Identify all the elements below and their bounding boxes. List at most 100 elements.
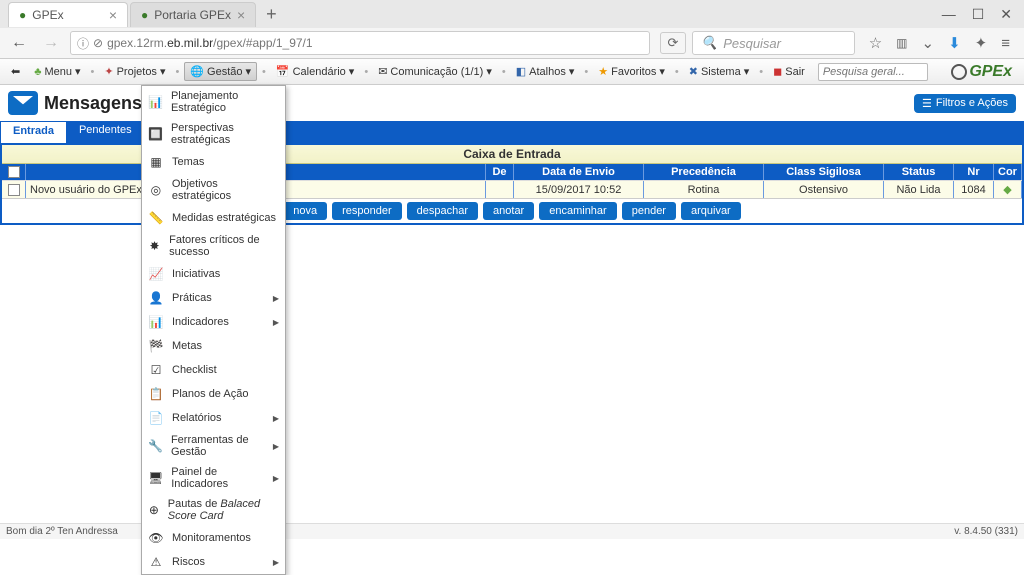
tab-entrada[interactable]: Entrada <box>0 121 67 143</box>
dropdown-item-12[interactable]: 📄Relatórios▶ <box>142 406 285 430</box>
page-title-block: Mensagens <box>8 91 142 115</box>
menu-item-icon: ☑ <box>148 362 164 378</box>
minimize-icon[interactable]: — <box>942 6 956 23</box>
maximize-icon[interactable]: ☐ <box>972 6 985 23</box>
search-placeholder: Pesquisar <box>723 36 781 51</box>
cell-status: Não Lida <box>884 181 954 198</box>
tab-pendentes[interactable]: Pendentes <box>67 121 145 143</box>
menu-item-label: Pautas de Balaced Score Card <box>168 498 279 522</box>
dropdown-item-16[interactable]: 👁Monitoramentos <box>142 526 285 550</box>
new-tab-button[interactable]: + <box>258 2 285 27</box>
menu-item-icon: ▦ <box>148 154 164 170</box>
menu-item-label: Ferramentas de Gestão <box>171 434 265 458</box>
toolbar-projetos[interactable]: ✦Projetos▾ <box>99 63 170 80</box>
address-bar[interactable]: ⓘ ⊘ gpex.12rm.eb.mil.br/gpex/#app/1_97/1 <box>70 31 650 55</box>
chevron-down-icon: ▾ <box>486 65 492 78</box>
col-de[interactable]: De <box>486 164 514 180</box>
refresh-button[interactable]: ⟳ <box>660 32 686 54</box>
menu-item-icon: 📊 <box>148 94 163 110</box>
download-icon[interactable]: ⬇ <box>948 34 961 52</box>
status-version: v. 8.4.50 (331) <box>954 526 1018 537</box>
browser-tabs: ● GPEx × ● Portaria GPEx × + — ☐ ✕ <box>0 0 1024 28</box>
action-nova[interactable]: nova <box>283 202 327 220</box>
dropdown-item-1[interactable]: 🔲 Perspectivas estratégicas <box>142 118 285 150</box>
toolbar-back[interactable]: ⬅ <box>6 63 25 80</box>
toolbar-sair[interactable]: ◼Sair <box>768 63 810 80</box>
action-arquivar[interactable]: arquivar <box>681 202 741 220</box>
dropdown-item-7[interactable]: 👤Práticas▶ <box>142 286 285 310</box>
pocket-icon[interactable]: ⌄ <box>922 34 935 52</box>
dropdown-item-8[interactable]: 📊Indicadores▶ <box>142 310 285 334</box>
filter-icon: ☰ <box>922 97 932 110</box>
dropdown-item-15[interactable]: ⊕Pautas de Balaced Score Card <box>142 494 285 526</box>
separator: • <box>583 66 589 78</box>
col-precedencia[interactable]: Precedência <box>644 164 764 180</box>
browser-tab-gpex[interactable]: ● GPEx × <box>8 2 128 27</box>
close-icon[interactable]: × <box>109 7 117 23</box>
dropdown-item-13[interactable]: 🔧Ferramentas de Gestão▶ <box>142 430 285 462</box>
menu-item-label: Iniciativas <box>172 268 220 280</box>
col-nr[interactable]: Nr <box>954 164 994 180</box>
action-pender[interactable]: pender <box>622 202 676 220</box>
browser-chrome: ● GPEx × ● Portaria GPEx × + — ☐ ✕ ← → ⓘ… <box>0 0 1024 59</box>
col-cor[interactable]: Cor <box>994 164 1022 180</box>
dropdown-item-5[interactable]: ✸Fatores críticos de sucesso <box>142 230 285 262</box>
shortcut-icon: ◧ <box>516 65 526 78</box>
close-icon[interactable]: × <box>237 7 245 23</box>
toolbar-atalhos[interactable]: ◧Atalhos▾ <box>511 63 580 80</box>
menu-item-icon: 📏 <box>148 210 164 226</box>
toolbar-sistema[interactable]: ✖Sistema▾ <box>684 63 755 80</box>
menu-item-label: Painel de Indicadores <box>171 466 265 490</box>
toolbar-calendario[interactable]: 📅Calendário▾ <box>271 63 359 80</box>
dropdown-item-11[interactable]: 📋Planos de Ação <box>142 382 285 406</box>
dropdown-item-14[interactable]: 🖥Painel de Indicadores▶ <box>142 462 285 494</box>
menu-item-icon: 📄 <box>148 410 164 426</box>
col-class-sigilosa[interactable]: Class Sigilosa <box>764 164 884 180</box>
dropdown-item-6[interactable]: 📈Iniciativas <box>142 262 285 286</box>
close-window-icon[interactable]: ✕ <box>1000 6 1012 23</box>
menu-item-icon: 🔲 <box>148 126 163 142</box>
dropdown-item-0[interactable]: 📊Planejamento Estratégico <box>142 86 285 118</box>
toolbar-favoritos[interactable]: ★Favoritos▾ <box>593 63 670 80</box>
dropdown-item-4[interactable]: 📏Medidas estratégicas <box>142 206 285 230</box>
menu-item-label: Relatórios <box>172 412 222 424</box>
status-greeting: Bom dia 2º Ten Andressa <box>6 526 118 537</box>
menu-item-label: Perspectivas estratégicas <box>171 122 279 146</box>
action-responder[interactable]: responder <box>332 202 402 220</box>
col-data-envio[interactable]: Data de Envio <box>514 164 644 180</box>
cell-prec: Rotina <box>644 181 764 198</box>
library-icon[interactable]: ▥ <box>896 36 907 50</box>
tab-label: Portaria GPEx <box>154 8 231 22</box>
toolbar-gestao[interactable]: 🌐Gestão▾ <box>184 62 257 81</box>
back-button[interactable]: ← <box>6 30 32 56</box>
menu-item-icon: 🖥 <box>148 470 163 486</box>
dropdown-item-9[interactable]: 🏁Metas <box>142 334 285 358</box>
action-despachar[interactable]: despachar <box>407 202 478 220</box>
browser-search[interactable]: 🔍 Pesquisar <box>692 31 855 55</box>
dropdown-item-2[interactable]: ▦ Temas <box>142 150 285 174</box>
toolbar-comunicacao[interactable]: ✉Comunicação (1/1)▾ <box>373 63 497 80</box>
chevron-down-icon: ▾ <box>569 65 575 78</box>
gestao-dropdown: 📊Planejamento Estratégico 🔲 Perspectivas e… <box>141 85 286 575</box>
chevron-down-icon: ▾ <box>75 65 81 78</box>
menu-item-icon: 🏁 <box>148 338 164 354</box>
dropdown-item-17[interactable]: ⚠Riscos▶ <box>142 550 285 574</box>
filters-actions-button[interactable]: ☰ Filtros e Ações <box>914 94 1016 113</box>
menu-item-label: Temas <box>172 156 204 168</box>
toolbar-menu[interactable]: ♣Menu▾ <box>29 63 85 80</box>
row-checkbox[interactable] <box>8 184 20 196</box>
chevron-down-icon: ▾ <box>246 65 252 78</box>
col-status[interactable]: Status <box>884 164 954 180</box>
extension-icon[interactable]: ✦ <box>975 34 988 52</box>
action-anotar[interactable]: anotar <box>483 202 534 220</box>
action-encaminhar[interactable]: encaminhar <box>539 202 616 220</box>
forward-button[interactable]: → <box>38 30 64 56</box>
global-search-input[interactable] <box>818 63 928 81</box>
bookmark-icon[interactable]: ☆ <box>869 34 882 52</box>
dropdown-item-10[interactable]: ☑Checklist <box>142 358 285 382</box>
browser-tab-portaria[interactable]: ● Portaria GPEx × <box>130 2 256 27</box>
calendar-icon: 📅 <box>276 65 290 78</box>
select-all-checkbox[interactable] <box>8 166 20 178</box>
menu-icon[interactable]: ≡ <box>1001 35 1010 52</box>
dropdown-item-3[interactable]: ◎Objetivos estratégicos <box>142 174 285 206</box>
